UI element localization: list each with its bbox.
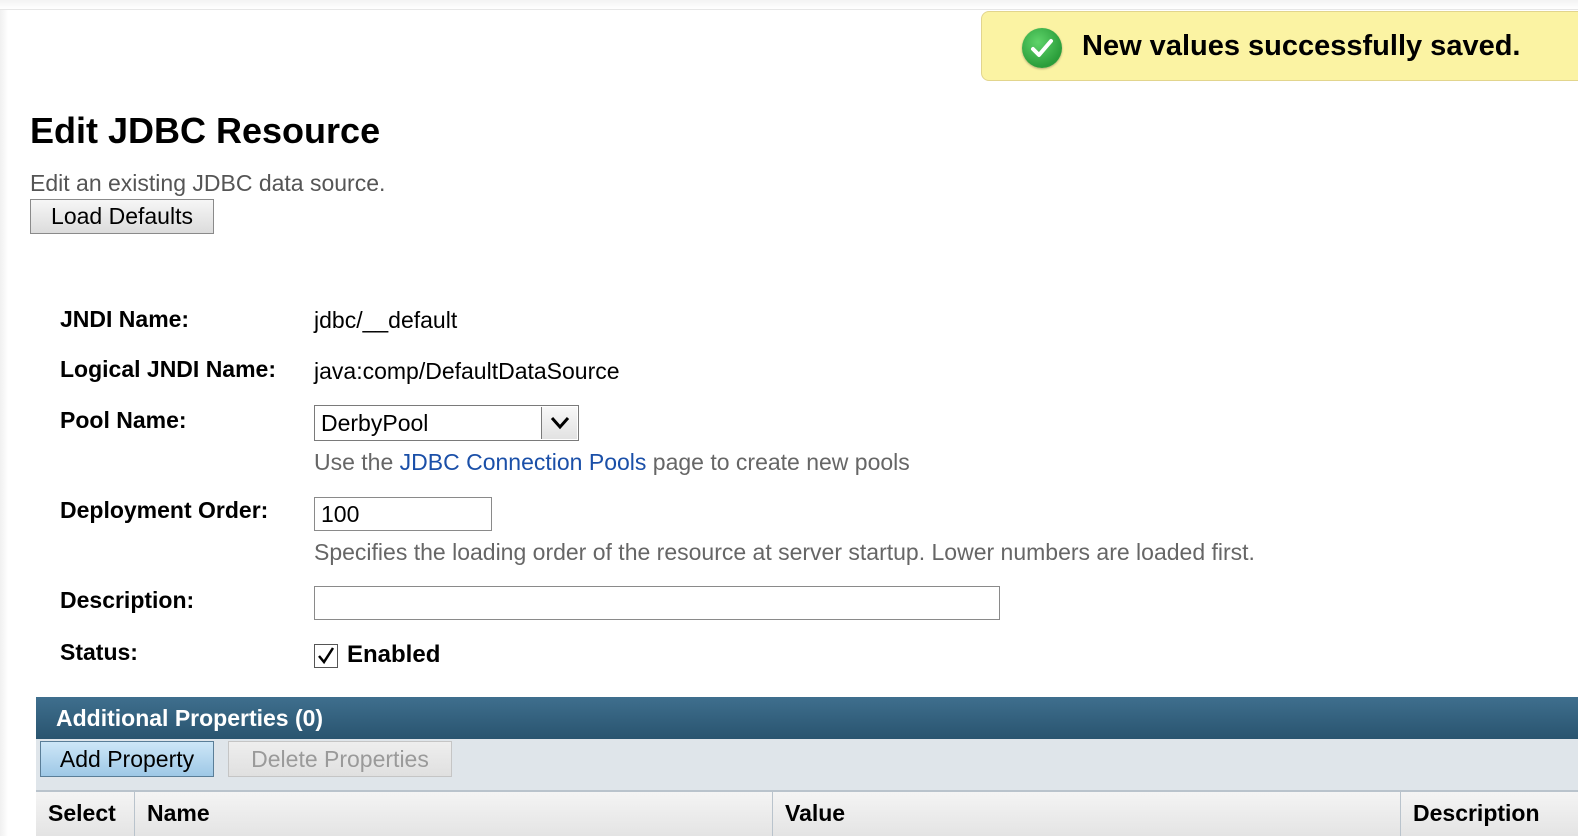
jndi-name-label: JNDI Name: — [60, 306, 190, 332]
chevron-down-icon[interactable] — [541, 407, 577, 439]
description-input[interactable] — [314, 586, 1000, 620]
add-property-button[interactable]: Add Property — [40, 741, 214, 777]
status-label: Status: — [60, 639, 138, 665]
pool-name-label: Pool Name: — [60, 407, 187, 433]
left-divider — [0, 10, 8, 836]
logical-jndi-name-value: java:comp/DefaultDataSource — [314, 358, 620, 384]
column-header-value[interactable]: Value — [773, 792, 1401, 836]
load-defaults-button[interactable]: Load Defaults — [30, 199, 214, 234]
pool-name-select[interactable]: DerbyPool — [314, 405, 579, 441]
jdbc-connection-pools-link[interactable]: JDBC Connection Pools — [400, 449, 647, 475]
success-alert: New values successfully saved. — [981, 11, 1578, 81]
column-header-description[interactable]: Description — [1401, 792, 1578, 836]
page: New values successfully saved. Edit JDBC… — [0, 0, 1578, 836]
top-divider — [0, 0, 1578, 10]
deployment-order-help: Specifies the loading order of the resou… — [314, 539, 1255, 565]
deployment-order-label: Deployment Order: — [60, 497, 269, 523]
jndi-name-value: jdbc/__default — [314, 307, 458, 333]
enabled-label: Enabled — [347, 641, 441, 668]
enabled-checkbox[interactable] — [314, 644, 338, 668]
description-label: Description: — [60, 587, 195, 613]
column-header-name[interactable]: Name — [135, 792, 773, 836]
logical-jndi-name-label: Logical JNDI Name: — [60, 356, 276, 382]
properties-table-header: Additional Properties (0) — [36, 697, 1578, 739]
page-title: Edit JDBC Resource — [30, 110, 381, 151]
pool-name-help-prefix: Use the — [314, 449, 400, 475]
delete-properties-button: Delete Properties — [228, 741, 452, 777]
column-header-select[interactable]: Select — [36, 792, 135, 836]
pool-name-help: Use the JDBC Connection Pools page to cr… — [314, 449, 910, 476]
check-circle-icon — [1022, 28, 1062, 68]
page-subtitle: Edit an existing JDBC data source. — [30, 170, 386, 196]
properties-table-columns: Select Name Value Description — [36, 791, 1578, 836]
alert-message: New values successfully saved. — [1082, 30, 1521, 62]
pool-name-selected: DerbyPool — [321, 410, 429, 436]
pool-name-help-suffix: page to create new pools — [646, 449, 910, 475]
deployment-order-input[interactable] — [314, 497, 492, 531]
properties-table-title: Additional Properties (0) — [56, 705, 324, 731]
